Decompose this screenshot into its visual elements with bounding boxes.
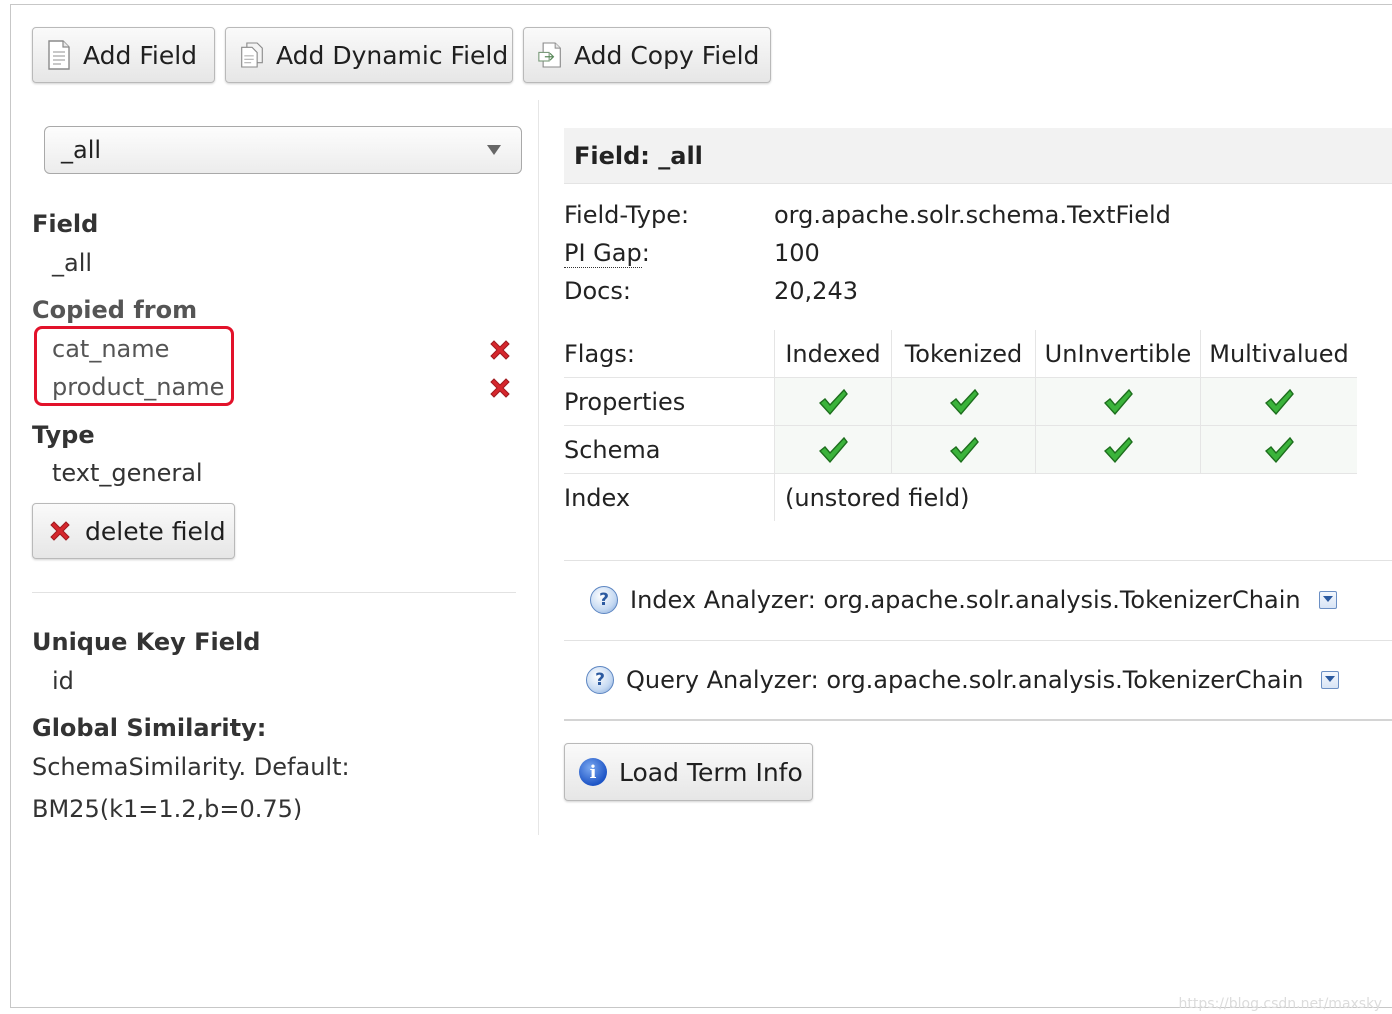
global-similarity-line1: SchemaSimilarity. Default: bbox=[32, 753, 350, 781]
flag-cell bbox=[1200, 377, 1357, 426]
index-analyzer-label: Index Analyzer: bbox=[630, 586, 816, 614]
index-analyzer-value: org.apache.solr.analysis.TokenizerChain bbox=[823, 586, 1301, 614]
delete-field-button[interactable]: delete field bbox=[32, 503, 235, 559]
divider bbox=[32, 592, 516, 593]
field-type-label: Field-Type: bbox=[564, 201, 690, 229]
global-similarity-line2: BM25(k1=1.2,b=0.75) bbox=[32, 795, 303, 823]
add-copy-field-button[interactable]: Add Copy Field bbox=[523, 27, 771, 83]
flag-cell bbox=[891, 377, 1036, 426]
checkmark-icon bbox=[1103, 388, 1133, 416]
pi-gap-colon: : bbox=[641, 239, 650, 267]
flag-cell bbox=[774, 425, 892, 474]
docs-label: Docs: bbox=[564, 277, 631, 305]
checkmark-icon bbox=[1103, 436, 1133, 464]
index-analyzer[interactable]: ? Index Analyzer: org.apache.solr.analys… bbox=[590, 586, 1337, 614]
flags-header-row: Flags: Indexed Tokenized UnInvertible Mu… bbox=[564, 330, 1357, 378]
type-label: Type bbox=[32, 421, 95, 449]
query-analyzer-value: org.apache.solr.analysis.TokenizerChain bbox=[826, 666, 1304, 694]
watermark: https://blog.csdn.net/maxsky bbox=[1178, 996, 1382, 1012]
flags-row-label: Schema bbox=[564, 425, 775, 474]
add-dynamic-field-button[interactable]: Add Dynamic Field bbox=[225, 27, 513, 83]
flag-cell bbox=[1035, 377, 1201, 426]
checkmark-icon bbox=[949, 436, 979, 464]
checkmark-icon bbox=[949, 388, 979, 416]
pi-gap-abbr: PI Gap bbox=[564, 239, 642, 268]
flags-row: Properties bbox=[564, 377, 1357, 426]
field-detail-header: Field: _all bbox=[564, 128, 1392, 184]
flags-column: Multivalued bbox=[1200, 330, 1357, 378]
chevron-down-icon[interactable] bbox=[1318, 591, 1337, 609]
flag-cell bbox=[774, 377, 892, 426]
info-icon: i bbox=[579, 758, 607, 786]
checkmark-icon bbox=[818, 388, 848, 416]
field-label: Field bbox=[32, 210, 99, 238]
panel-separator bbox=[538, 100, 539, 835]
add-field-button[interactable]: Add Field bbox=[32, 27, 215, 83]
flag-cell bbox=[891, 425, 1036, 474]
unique-key-value: id bbox=[52, 667, 74, 695]
field-value: _all bbox=[52, 249, 93, 277]
flags-column: UnInvertible bbox=[1035, 330, 1201, 378]
add-dynamic-field-label: Add Dynamic Field bbox=[276, 40, 509, 70]
flag-cell bbox=[1200, 425, 1357, 474]
documents-icon bbox=[241, 42, 263, 68]
question-icon[interactable]: ? bbox=[590, 586, 618, 614]
add-field-label: Add Field bbox=[83, 40, 198, 70]
query-analyzer[interactable]: ? Query Analyzer: org.apache.solr.analys… bbox=[586, 666, 1340, 694]
index-label: Index bbox=[564, 483, 631, 512]
checkmark-icon bbox=[1264, 436, 1294, 464]
red-x-icon[interactable] bbox=[487, 375, 513, 401]
red-x-icon[interactable] bbox=[487, 337, 513, 363]
flag-cell bbox=[1035, 425, 1201, 474]
query-analyzer-label: Query Analyzer: bbox=[626, 666, 819, 694]
copy-document-icon bbox=[538, 42, 561, 68]
delete-field-label: delete field bbox=[85, 516, 226, 546]
red-x-icon bbox=[50, 521, 70, 541]
load-term-info-button[interactable]: i Load Term Info bbox=[564, 743, 813, 801]
docs-value: 20,243 bbox=[774, 277, 858, 305]
flags-table: Flags: Indexed Tokenized UnInvertible Mu… bbox=[564, 330, 1357, 521]
flags-row: Schema bbox=[564, 425, 1357, 474]
add-copy-field-label: Add Copy Field bbox=[574, 40, 760, 70]
copied-from-highlight bbox=[34, 326, 234, 406]
pi-gap-value: 100 bbox=[774, 239, 820, 267]
checkmark-icon bbox=[818, 436, 848, 464]
field-type-value: org.apache.solr.schema.TextField bbox=[774, 201, 1171, 229]
chevron-down-icon bbox=[487, 145, 501, 155]
chevron-down-icon[interactable] bbox=[1321, 671, 1340, 689]
copied-from-label: Copied from bbox=[32, 296, 198, 324]
load-term-info-label: Load Term Info bbox=[619, 757, 803, 787]
index-value: (unstored field) bbox=[774, 473, 1357, 521]
divider bbox=[564, 719, 1392, 721]
pi-gap-label: PI Gap: bbox=[564, 239, 650, 268]
divider bbox=[564, 560, 1392, 561]
type-value: text_general bbox=[52, 459, 203, 487]
document-icon bbox=[48, 40, 70, 70]
unique-key-label: Unique Key Field bbox=[32, 628, 261, 656]
global-similarity-label: Global Similarity: bbox=[32, 714, 267, 742]
question-icon[interactable]: ? bbox=[586, 666, 614, 694]
field-select-value: _all bbox=[61, 136, 102, 164]
divider bbox=[564, 640, 1392, 641]
field-select[interactable]: _all bbox=[44, 126, 522, 174]
flags-row-label: Properties bbox=[564, 377, 775, 426]
checkmark-icon bbox=[1264, 388, 1294, 416]
flags-column: Indexed bbox=[774, 330, 892, 378]
flags-column: Tokenized bbox=[891, 330, 1036, 378]
index-row: Index (unstored field) bbox=[564, 473, 1357, 521]
flags-label: Flags: bbox=[564, 330, 775, 378]
